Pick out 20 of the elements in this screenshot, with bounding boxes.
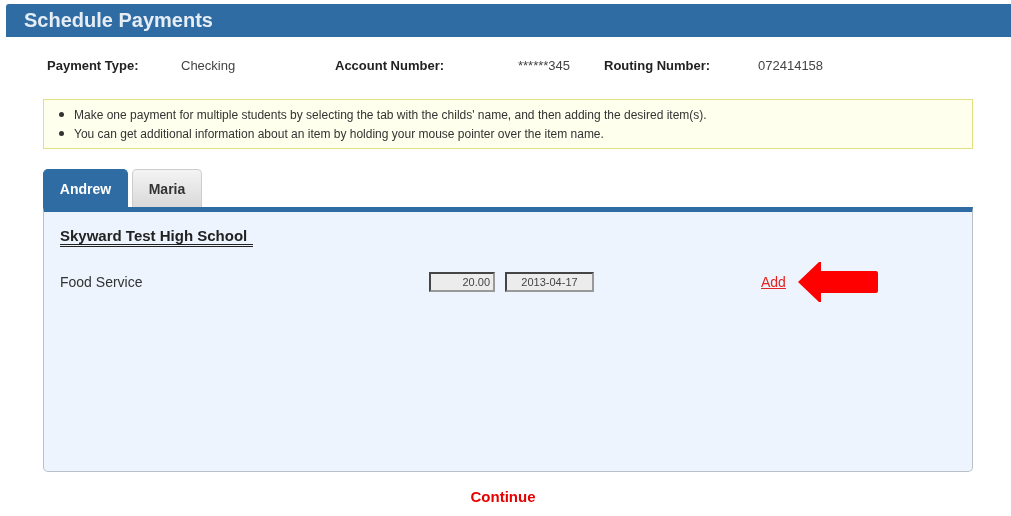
arrow-icon [797,261,878,303]
bullet-icon [59,131,64,136]
student-tab[interactable]: Andrew [43,169,128,207]
bullet-icon [59,112,64,117]
field-label: Account Number: [335,57,446,73]
student-tab[interactable]: Maria [132,169,202,207]
continue-link[interactable]: Continue [470,488,536,505]
field-value: 072414158 [758,57,824,73]
school-name: Skyward Test High School [60,227,254,247]
amount-field[interactable]: 20.00 [429,272,495,292]
add-link[interactable]: Add [761,274,786,290]
date-field[interactable]: 2013-04-17 [505,272,594,292]
item-name: Food Service [60,274,144,290]
notice-text: You can get additional information about an item by holding your mouse pointer over the item name. [74,126,604,141]
field-value: ******345 [518,57,572,73]
field-label: Routing Number: [604,57,712,73]
field-label: Payment Type: [47,57,140,73]
notice-text: Make one payment for multiple students by selecting the tab with the childs' name, and then adding the desired item(s). [74,107,707,122]
page-title: Schedule Payments [24,9,213,32]
field-value: Checking [181,57,237,73]
